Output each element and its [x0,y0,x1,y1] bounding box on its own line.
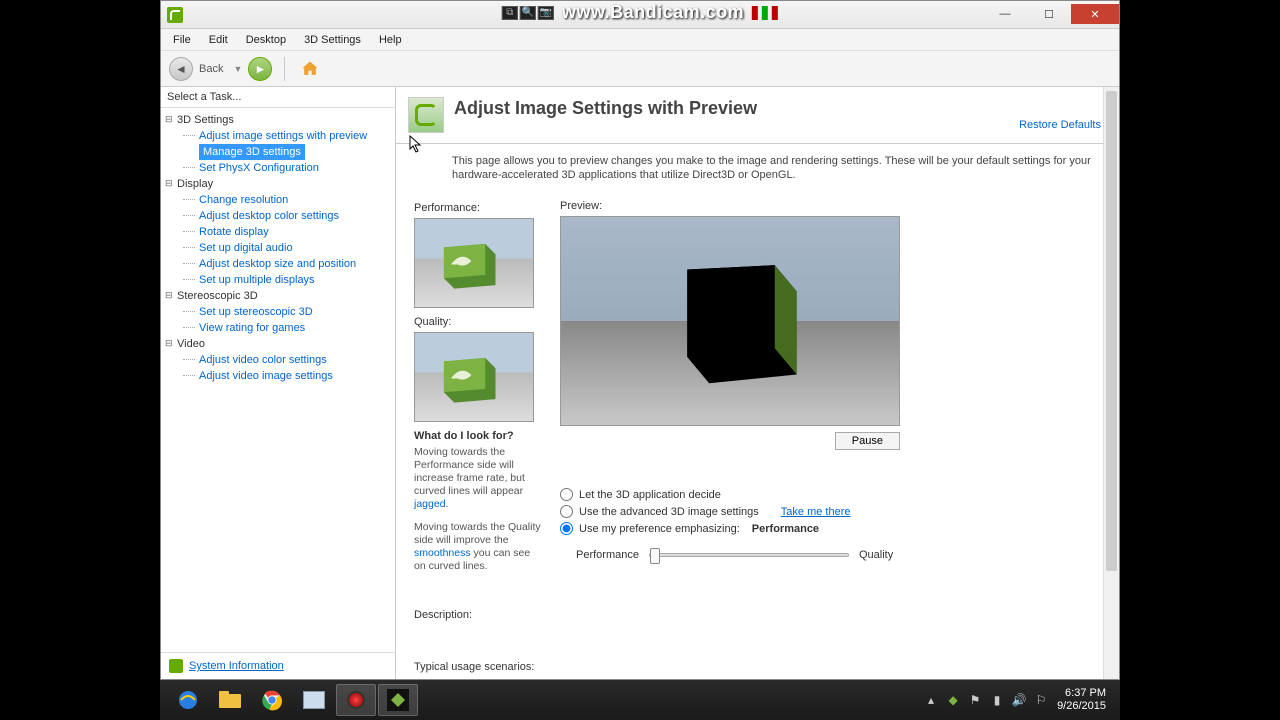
nvidia-logo-3d-icon [433,237,503,292]
tree-item-rotate-display[interactable]: Rotate display [163,224,393,240]
tree-cat-stereo3d[interactable]: Stereoscopic 3D [163,288,393,304]
menu-help[interactable]: Help [371,32,410,48]
bandicam-rec-indicator [752,6,778,20]
toolbar: ◄ Back ▼ ► [161,51,1119,87]
take-me-there-link[interactable]: Take me there [781,506,851,518]
nvidia-logo-3d-icon [641,252,821,392]
menubar: File Edit Desktop 3D Settings Help [161,29,1119,51]
bandicam-url: www.Bandicam.com [562,2,744,23]
preview-3d-viewport [560,216,900,426]
tray-flag-icon[interactable]: ⚑ [967,692,983,708]
sidebar: Select a Task... 3D Settings Adjust imag… [161,87,396,679]
pause-button[interactable]: Pause [835,432,900,450]
minimize-button[interactable]: — [983,4,1027,24]
quality-thumb-label: Quality: [414,316,544,328]
separator [284,57,285,81]
back-button[interactable]: ◄ [169,57,193,81]
taskbar-explorer-icon[interactable] [210,684,250,716]
task-tree: 3D Settings Adjust image settings with p… [161,108,395,652]
tree-cat-3d-settings[interactable]: 3D Settings [163,112,393,128]
tree-cat-video[interactable]: Video [163,336,393,352]
opt-my-preference[interactable]: Use my preference emphasizing:Performanc… [560,520,1101,537]
nvidia-logo-3d-icon [433,351,503,406]
quality-slider-row: Performance Quality [576,549,1101,561]
sysinfo-icon [169,659,183,673]
back-dropdown-icon[interactable]: ▼ [233,64,242,74]
taskbar-time: 6:37 PM [1057,687,1106,700]
tree-item-manage-3d[interactable]: Manage 3D settings [199,144,305,160]
opt-let-app-decide[interactable]: Let the 3D application decide [560,486,1101,503]
page-title: Adjust Image Settings with Preview [454,97,1009,119]
tree-item-physx[interactable]: Set PhysX Configuration [163,160,393,176]
sidebar-header: Select a Task... [161,87,395,108]
tray-volume-icon[interactable]: 🔊 [1011,692,1027,708]
tree-item-change-resolution[interactable]: Change resolution [163,192,393,208]
menu-3d-settings[interactable]: 3D Settings [296,32,369,48]
back-label: Back [199,63,223,75]
bandicam-watermark: ⧉ 🔍 📷 www.Bandicam.com [502,2,778,23]
quality-thumbnail [414,332,534,422]
tray-up-icon[interactable]: ▴ [923,692,939,708]
restore-defaults-link[interactable]: Restore Defaults [1019,119,1101,131]
tree-item-video-image[interactable]: Adjust video image settings [163,368,393,384]
help-header: What do I look for? [414,430,544,442]
slider-label-quality: Quality [859,549,893,561]
tree-cat-display[interactable]: Display [163,176,393,192]
tree-item-setup-stereo[interactable]: Set up stereoscopic 3D [163,304,393,320]
page-icon [408,97,444,133]
page-description: This page allows you to preview changes … [396,144,1119,192]
system-information-link[interactable]: System Information [189,660,284,672]
tree-item-view-rating[interactable]: View rating for games [163,320,393,336]
tray-network-icon[interactable]: ▮ [989,692,1005,708]
slider-label-perf: Performance [576,549,639,561]
menu-desktop[interactable]: Desktop [238,32,294,48]
bandicam-btn-icon: 🔍 [520,6,536,20]
quality-slider[interactable] [649,553,849,557]
tray-nvidia-icon[interactable]: ◆ [945,692,961,708]
taskbar-clock[interactable]: 6:37 PM 9/26/2015 [1057,687,1112,713]
system-tray[interactable]: ▴ ◆ ⚑ ▮ 🔊 ⚐ [923,692,1049,708]
home-button[interactable] [297,57,323,81]
tree-item-desktop-color[interactable]: Adjust desktop color settings [163,208,393,224]
slider-thumb[interactable] [650,548,660,564]
taskbar-chrome-icon[interactable] [252,684,292,716]
menu-file[interactable]: File [165,32,199,48]
taskbar-nvidia-icon[interactable] [378,684,418,716]
preview-label: Preview: [560,200,1101,212]
settings-mode-group: Let the 3D application decide Use the ad… [560,486,1101,537]
taskbar-app-icon[interactable] [294,684,334,716]
emphasis-value: Performance [752,523,819,535]
tree-item-adjust-image[interactable]: Adjust image settings with preview [163,128,393,144]
performance-thumb-label: Performance: [414,202,544,214]
opt-advanced[interactable]: Use the advanced 3D image settingsTake m… [560,503,1101,520]
mouse-cursor-icon [409,135,425,155]
smoothness-link[interactable]: smoothness [414,547,471,559]
tree-item-video-color[interactable]: Adjust video color settings [163,352,393,368]
usage-label: Typical usage scenarios: [396,653,1119,677]
help-text-2: Moving towards the Quality side will imp… [414,521,544,573]
tree-item-desktop-size[interactable]: Adjust desktop size and position [163,256,393,272]
home-icon [300,59,320,79]
taskbar[interactable]: ▴ ◆ ⚑ ▮ 🔊 ⚐ 6:37 PM 9/26/2015 [160,680,1120,720]
taskbar-bandicam-icon[interactable] [336,684,376,716]
help-text-1: Moving towards the Performance side will… [414,446,544,511]
description-label: Description: [396,601,1119,625]
performance-thumbnail [414,218,534,308]
taskbar-date: 9/26/2015 [1057,700,1106,713]
tree-item-multiple-displays[interactable]: Set up multiple displays [163,272,393,288]
nvidia-control-panel-window: — ☐ ✕ File Edit Desktop 3D Settings Help… [160,0,1120,680]
app-icon [167,7,183,23]
maximize-button[interactable]: ☐ [1027,4,1071,24]
tray-action-icon[interactable]: ⚐ [1033,692,1049,708]
close-button[interactable]: ✕ [1071,4,1119,24]
bandicam-btn-icon: 📷 [538,6,554,20]
menu-edit[interactable]: Edit [201,32,236,48]
vertical-scrollbar[interactable] [1103,87,1119,679]
forward-button[interactable]: ► [248,57,272,81]
jagged-link[interactable]: jagged [414,498,446,510]
tree-item-digital-audio[interactable]: Set up digital audio [163,240,393,256]
main-panel: Adjust Image Settings with Preview Resto… [396,87,1119,679]
bandicam-btn-icon: ⧉ [502,6,518,20]
taskbar-ie-icon[interactable] [168,684,208,716]
